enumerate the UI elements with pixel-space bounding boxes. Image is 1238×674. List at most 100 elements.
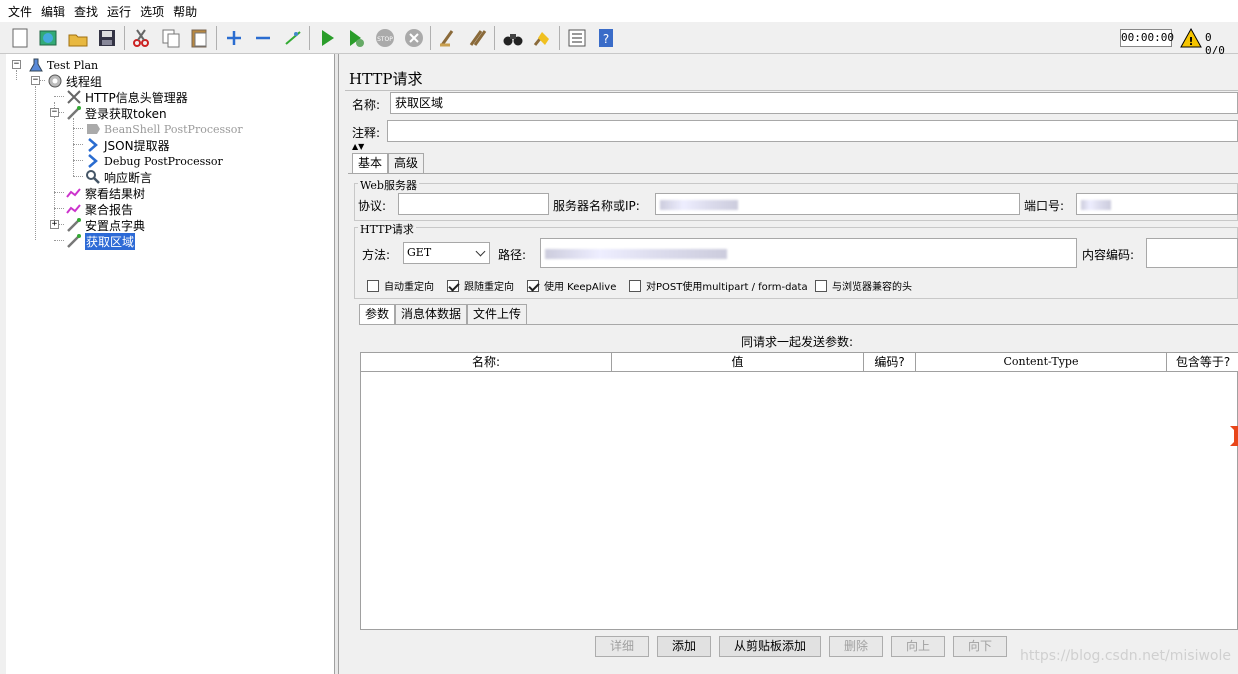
- col-encode[interactable]: 编码?: [864, 353, 916, 372]
- tree-item-header-manager[interactable]: HTTP信息头管理器: [66, 89, 188, 105]
- add-from-clipboard-button[interactable]: 从剪贴板添加: [719, 636, 821, 657]
- test-plan-icon: [28, 57, 44, 73]
- method-select[interactable]: GET: [403, 242, 490, 264]
- params-table[interactable]: 名称: 值 编码? Content-Type 包含等于?: [360, 352, 1238, 630]
- tree-item-result-tree[interactable]: 察看结果树: [66, 185, 145, 201]
- header-manager-icon: [66, 89, 82, 105]
- server-label: 服务器名称或IP:: [553, 199, 640, 213]
- down-button[interactable]: 向下: [953, 636, 1007, 657]
- tab-files-upload[interactable]: 文件上传: [467, 304, 528, 324]
- new-icon[interactable]: [8, 26, 32, 50]
- detail-button[interactable]: 详细: [595, 636, 649, 657]
- col-name[interactable]: 名称:: [361, 353, 612, 372]
- clear-icon[interactable]: [436, 26, 460, 50]
- checkbox-browser-headers[interactable]: 与浏览器兼容的头: [815, 278, 912, 293]
- collapse-thread-group[interactable]: −: [31, 76, 40, 85]
- toolbar: STOP ?: [0, 22, 1238, 54]
- chevron-down-icon: [475, 246, 486, 257]
- save-icon[interactable]: [95, 26, 119, 50]
- web-server-title: Web服务器: [358, 177, 419, 193]
- path-field[interactable]: [540, 238, 1077, 268]
- comment-label: 注释:: [352, 126, 381, 140]
- start-no-pause-icon[interactable]: [344, 26, 368, 50]
- reset-search-icon[interactable]: [530, 26, 554, 50]
- split-pane-divider[interactable]: [335, 54, 339, 674]
- menu-search[interactable]: 查找: [74, 3, 98, 20]
- menu-options[interactable]: 选项: [140, 3, 164, 20]
- comment-field[interactable]: [387, 120, 1238, 142]
- search-icon[interactable]: [501, 26, 525, 50]
- warning-icon[interactable]: !: [1180, 27, 1202, 49]
- clear-all-icon[interactable]: [466, 26, 490, 50]
- tree-item-get-region[interactable]: 获取区域: [66, 232, 136, 250]
- sampler-icon: [66, 233, 82, 249]
- tree-item-thread-group[interactable]: 线程组: [47, 73, 102, 89]
- menu-help[interactable]: 帮助: [173, 3, 197, 20]
- copy-icon[interactable]: [159, 26, 183, 50]
- col-value[interactable]: 值: [612, 353, 864, 372]
- protocol-field[interactable]: [398, 193, 549, 215]
- panel-title: HTTP请求: [349, 70, 423, 88]
- config-tabs: 基本 高级: [352, 153, 425, 173]
- params-caption: 同请求一起发送参数:: [741, 335, 854, 349]
- delete-button[interactable]: 删除: [829, 636, 883, 657]
- expand-dict-sampler[interactable]: +: [50, 220, 59, 229]
- templates-icon[interactable]: [36, 26, 60, 50]
- encoding-label: 内容编码:: [1082, 248, 1135, 262]
- open-icon[interactable]: [66, 26, 90, 50]
- checkbox-keepalive[interactable]: 使用 KeepAlive: [527, 278, 616, 293]
- menu-bar: 文件 编辑 查找 运行 选项 帮助: [0, 0, 1238, 22]
- debug-icon: [85, 153, 101, 169]
- tab-advanced[interactable]: 高级: [388, 153, 425, 173]
- collapse-icon[interactable]: [251, 26, 275, 50]
- tree-item-beanshell[interactable]: BeanShell PostProcessor: [85, 121, 243, 137]
- tree-item-dict-sampler[interactable]: 安置点字典: [66, 217, 145, 233]
- encoding-field[interactable]: [1146, 238, 1238, 268]
- start-icon[interactable]: [315, 26, 339, 50]
- path-label: 路径:: [498, 248, 527, 262]
- port-field[interactable]: [1076, 193, 1238, 215]
- collapse-login-sampler[interactable]: −: [50, 108, 59, 117]
- expand-icon[interactable]: [222, 26, 246, 50]
- tree-item-login-token[interactable]: 登录获取token: [66, 105, 167, 121]
- json-extractor-icon: [85, 137, 101, 153]
- svg-text:?: ?: [603, 32, 609, 46]
- up-button[interactable]: 向上: [891, 636, 945, 657]
- tab-basic[interactable]: 基本: [352, 153, 389, 173]
- tree-item-json-extractor[interactable]: JSON提取器: [85, 137, 170, 153]
- cut-icon[interactable]: [129, 26, 153, 50]
- menu-file[interactable]: 文件: [8, 3, 32, 20]
- add-button[interactable]: 添加: [657, 636, 711, 657]
- col-content-type[interactable]: Content-Type: [916, 353, 1167, 372]
- paste-icon[interactable]: [188, 26, 212, 50]
- collapse-test-plan[interactable]: −: [12, 60, 21, 69]
- tree-item-debug-postprocessor[interactable]: Debug PostProcessor: [85, 153, 223, 169]
- tree-item-response-assertion[interactable]: 响应断言: [85, 169, 152, 185]
- function-helper-icon[interactable]: [565, 26, 589, 50]
- collapse-arrows-icon[interactable]: ▲▼: [352, 142, 364, 151]
- http-request-title: HTTP请求: [358, 221, 416, 237]
- col-include-equals[interactable]: 包含等于?: [1167, 353, 1238, 372]
- checkbox-auto-redirect[interactable]: 自动重定向: [367, 278, 434, 293]
- brand-logo-icon: [1230, 426, 1238, 446]
- beanshell-icon: [85, 121, 101, 137]
- tree-item-test-plan[interactable]: Test Plan: [28, 57, 98, 73]
- shutdown-icon[interactable]: [402, 26, 426, 50]
- tab-parameters[interactable]: 参数: [359, 304, 396, 324]
- tab-body-data[interactable]: 消息体数据: [395, 304, 468, 324]
- stop-icon[interactable]: STOP: [373, 26, 397, 50]
- help-icon[interactable]: ?: [594, 26, 618, 50]
- checkbox-follow-redirect[interactable]: 跟随重定向: [447, 278, 514, 293]
- name-field[interactable]: 获取区域: [390, 92, 1238, 114]
- thread-group-icon: [47, 73, 63, 89]
- tree-item-aggregate-report[interactable]: 聚合报告: [66, 201, 133, 217]
- test-plan-tree: [6, 54, 335, 674]
- assertion-icon: [85, 169, 101, 185]
- toggle-icon[interactable]: [281, 26, 305, 50]
- error-count: 0: [1205, 31, 1212, 44]
- menu-run[interactable]: 运行: [107, 3, 131, 20]
- sampler-icon: [66, 217, 82, 233]
- checkbox-multipart[interactable]: 对POST使用multipart / form-data: [629, 278, 808, 293]
- server-field[interactable]: [655, 193, 1020, 215]
- menu-edit[interactable]: 编辑: [41, 3, 65, 20]
